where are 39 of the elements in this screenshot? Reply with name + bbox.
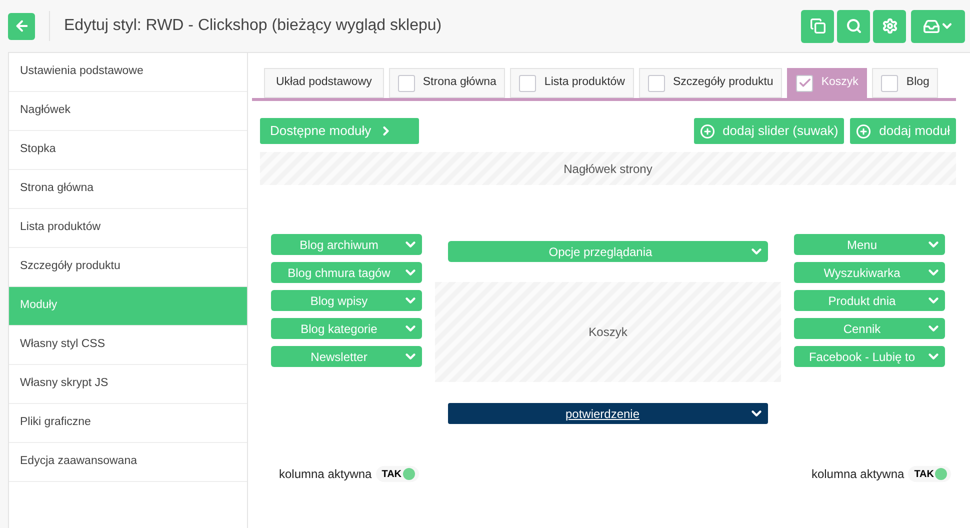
toggle-switch[interactable]: TAK [908,466,951,482]
copy-icon [810,18,826,34]
sidebar-item[interactable]: Własny styl CSS [9,326,247,365]
sidebar-item[interactable]: Własny skrypt JS [9,365,247,404]
tab[interactable]: Układ podstawowy [264,68,384,98]
settings-icon [882,18,898,34]
sidebar-item[interactable]: Nagłówek [9,92,247,131]
toggle-label: kolumna aktywna [279,466,372,483]
back-button[interactable] [8,12,35,40]
page-header-area: Nagłówek strony [260,152,956,185]
tray-icon [922,18,940,34]
sidebar-item[interactable]: Ustawienia podstawowe [9,53,247,92]
sidebar-item[interactable]: Strona główna [9,170,247,209]
sidebar-item[interactable]: Pliki graficzne [9,404,247,443]
module-slot: Koszyk [435,282,781,382]
checkbox[interactable] [881,74,898,92]
search-icon [846,18,862,34]
check-icon [798,76,812,90]
search-button[interactable] [837,10,870,42]
tab[interactable]: Lista produktów [510,68,634,98]
checkbox[interactable] [796,74,814,92]
plus-circle-icon [856,124,872,138]
sidebar-item[interactable]: Lista produktów [9,209,247,248]
sidebar-item[interactable]: Stopka [9,131,247,170]
checkbox[interactable] [648,74,665,92]
toggle-label: kolumna aktywna [811,466,904,483]
tab[interactable]: Strona główna [388,68,506,98]
checkbox[interactable] [398,74,415,92]
checkbox[interactable] [519,74,536,92]
settings-button[interactable] [873,10,906,42]
copy-button[interactable] [801,10,834,42]
tab[interactable]: Blog [872,68,938,98]
toggle-switch[interactable]: TAK [376,466,419,482]
plus-circle-icon [700,124,715,138]
module-item[interactable]: potwierdzenie [448,403,768,424]
tray-dropdown-button[interactable] [911,10,965,42]
sidebar-item[interactable]: Edycja zaawansowana [9,443,247,482]
tab[interactable]: Szczegóły produktu [638,68,782,98]
page-title: Edytuj styl: RWD - Clickshop (bieżący wygląd sklepu) [64,16,442,36]
